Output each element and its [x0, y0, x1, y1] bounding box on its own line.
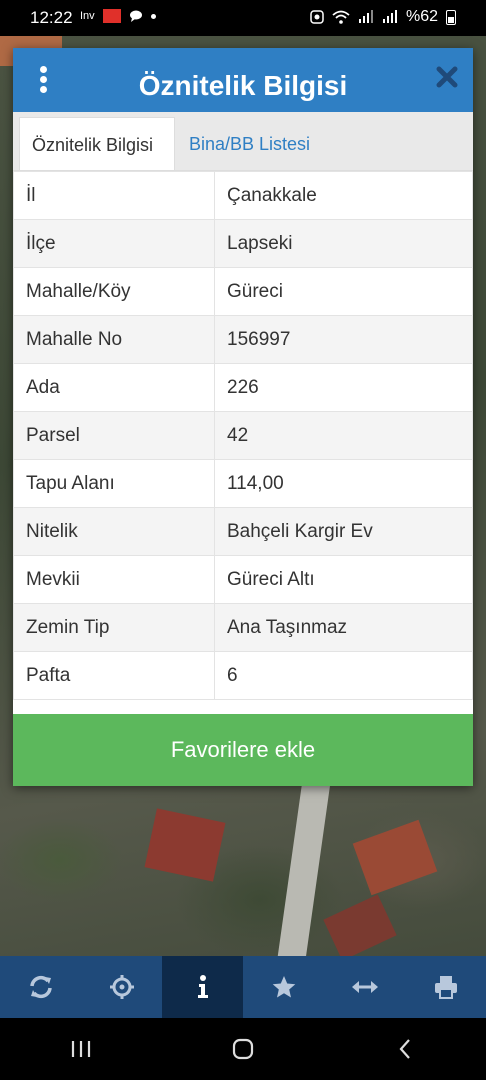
back-icon: [399, 1039, 410, 1059]
row-value: Lapseki: [214, 219, 473, 268]
row-key: Nitelik: [13, 507, 215, 556]
table-row: Pafta 6: [13, 651, 473, 700]
row-value: Güreci Altı: [214, 555, 473, 604]
measure-icon: [351, 981, 378, 993]
add-favorite-button[interactable]: Favorilere ekle: [13, 714, 473, 786]
table-row: Tapu Alanı 114,00: [13, 459, 473, 508]
back-button[interactable]: [375, 1029, 435, 1069]
row-key: Mahalle No: [13, 315, 215, 364]
print-icon: [434, 976, 457, 999]
row-value: 156997: [214, 315, 473, 364]
signal-icon: [358, 10, 373, 23]
row-key: Tapu Alanı: [13, 459, 215, 508]
notification-app-icon: [102, 9, 121, 23]
refresh-icon: [29, 975, 52, 999]
row-value: 42: [214, 411, 473, 460]
row-value: 226: [214, 363, 473, 412]
status-bar: 12:22 Inv %62: [0, 0, 486, 36]
tab-attribute-info[interactable]: Öznitelik Bilgisi: [19, 117, 175, 170]
favorites-button[interactable]: [243, 956, 324, 1018]
table-row: Mahalle No 156997: [13, 315, 473, 364]
map-building: [352, 819, 438, 896]
notification-icons: Inv: [80, 9, 156, 23]
locate-icon: [109, 975, 134, 999]
row-value: Güreci: [214, 267, 473, 316]
row-value: 114,00: [214, 459, 473, 508]
attribute-dialog: Öznitelik Bilgisi Öznitelik Bilgisi Bina…: [13, 48, 473, 786]
home-button[interactable]: [213, 1029, 273, 1069]
row-key: Parsel: [13, 411, 215, 460]
signal-icon-2: [382, 10, 397, 23]
tab-building-list[interactable]: Bina/BB Listesi: [177, 117, 322, 170]
home-icon: [232, 1038, 254, 1060]
row-key: Pafta: [13, 651, 215, 700]
row-value: Bahçeli Kargir Ev: [214, 507, 473, 556]
info-icon: [197, 975, 208, 998]
row-value: 6: [214, 651, 473, 700]
star-icon: [272, 976, 295, 998]
chat-icon: [129, 10, 142, 22]
row-key: Mevkii: [13, 555, 215, 604]
map-toolbar: [0, 956, 486, 1018]
refresh-button[interactable]: [0, 956, 81, 1018]
row-key: İlçe: [13, 219, 215, 268]
dot-icon: [150, 13, 156, 19]
map-building: [144, 808, 226, 882]
row-key: Ada: [13, 363, 215, 412]
measure-button[interactable]: [324, 956, 405, 1018]
map-road: [277, 778, 331, 962]
wifi-icon: [332, 10, 350, 24]
row-key: Zemin Tip: [13, 603, 215, 652]
status-time: 12:22: [30, 8, 73, 27]
app-tag: Inv: [80, 10, 95, 22]
table-row: Mevkii Güreci Altı: [13, 555, 473, 604]
recent-apps-button[interactable]: [51, 1029, 111, 1069]
info-button[interactable]: [162, 956, 243, 1018]
map-building: [323, 894, 397, 961]
row-key: İl: [13, 171, 215, 220]
status-right: %62: [310, 8, 456, 26]
dialog-header: Öznitelik Bilgisi: [13, 48, 473, 112]
table-row: Parsel 42: [13, 411, 473, 460]
table-row: Zemin Tip Ana Taşınmaz: [13, 603, 473, 652]
alarm-icon: [310, 10, 324, 24]
row-value: Çanakkale: [214, 171, 473, 220]
table-row: İl Çanakkale: [13, 171, 473, 220]
table-row: Nitelik Bahçeli Kargir Ev: [13, 507, 473, 556]
close-icon[interactable]: [434, 64, 460, 90]
locate-button[interactable]: [81, 956, 162, 1018]
row-value: Ana Taşınmaz: [214, 603, 473, 652]
print-button[interactable]: [405, 956, 486, 1018]
recent-apps-icon: [71, 1041, 91, 1057]
row-key: Mahalle/Köy: [13, 267, 215, 316]
table-row: İlçe Lapseki: [13, 219, 473, 268]
tab-bar: Öznitelik Bilgisi Bina/BB Listesi: [13, 112, 473, 171]
battery-icon: [446, 9, 456, 25]
attribute-table: İl Çanakkale İlçe Lapseki Mahalle/Köy Gürec…: [13, 171, 473, 700]
table-row: Mahalle/Köy Güreci: [13, 267, 473, 316]
system-nav-bar: [0, 1018, 486, 1080]
battery-text: %62: [405, 8, 438, 25]
table-row: Ada 226: [13, 363, 473, 412]
dialog-title: Öznitelik Bilgisi: [138, 70, 348, 101]
